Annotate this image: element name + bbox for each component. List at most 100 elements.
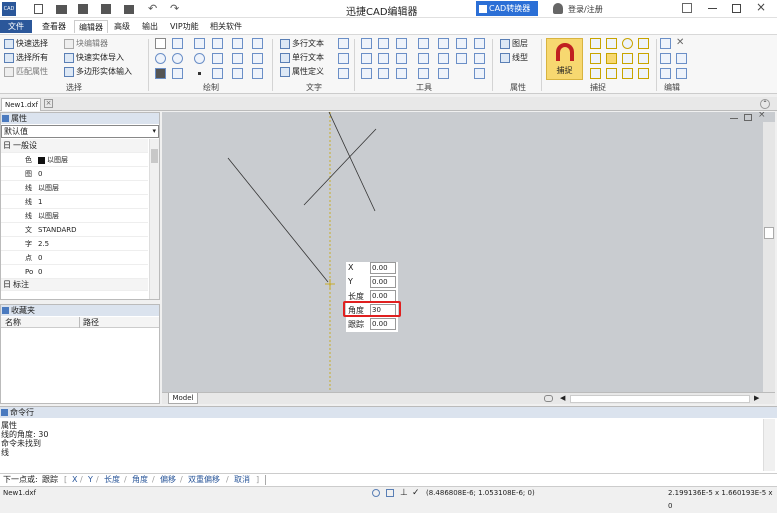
canvas-hscrollbar[interactable]	[570, 395, 750, 403]
canvas-vscrollbar[interactable]	[763, 122, 775, 392]
prompt-option-track[interactable]: 跟踪	[42, 474, 58, 486]
close-icon[interactable]: ×	[756, 0, 766, 14]
command-input[interactable]	[265, 475, 775, 485]
menu-advanced[interactable]: 高级	[110, 20, 134, 33]
undo-icon[interactable]: ↶	[148, 2, 157, 15]
properties-dropdown[interactable]: 默认值 ▾	[1, 125, 159, 138]
ribbon-toggle-icon[interactable]	[682, 3, 692, 13]
arc-tool-icon[interactable]	[232, 38, 243, 49]
prop-row[interactable]: 文 STANDARD	[1, 223, 148, 237]
prop-row[interactable]: 点0	[1, 251, 148, 265]
text-find-icon[interactable]	[338, 68, 349, 79]
edit-paste-icon[interactable]	[676, 53, 687, 64]
drawn-line[interactable]	[328, 112, 376, 212]
doc-tab-new1[interactable]: New1.dxf	[1, 98, 41, 111]
point-tool-icon[interactable]	[194, 68, 205, 79]
maximize-icon[interactable]	[732, 4, 741, 13]
user-icon[interactable]	[553, 3, 563, 14]
snap-tangent-icon[interactable]	[606, 68, 617, 79]
snap-midpoint-icon[interactable]	[606, 38, 617, 49]
snap-node-icon[interactable]	[638, 38, 649, 49]
status-grid-icon[interactable]	[386, 489, 394, 497]
align-tool-icon[interactable]	[396, 68, 407, 79]
track-input[interactable]: 0.00	[370, 318, 396, 330]
status-snap-icon[interactable]	[372, 489, 380, 497]
move-tool-icon[interactable]	[361, 38, 372, 49]
cloud-tool-icon[interactable]	[252, 68, 263, 79]
prop-row[interactable]: 色以图层	[1, 153, 148, 167]
favorites-col-path[interactable]: 路径	[83, 317, 99, 328]
status-ortho-icon[interactable]: ⊥	[400, 487, 408, 500]
model-tab[interactable]: Model	[168, 393, 198, 404]
prop-row[interactable]: 线1	[1, 195, 148, 209]
prompt-option-cancel[interactable]: 取消	[234, 474, 250, 486]
chamfer-tool-icon[interactable]	[474, 53, 485, 64]
scroll-left-icon[interactable]: ◀	[560, 394, 565, 402]
drawing-canvas[interactable]: × X 0.00 Y 0.00 长度 0.00 角度 30 跟踪 0.00	[162, 112, 775, 392]
command-scrollbar[interactable]	[763, 419, 775, 471]
layout-tab-icon[interactable]	[544, 395, 553, 402]
tab-list-icon[interactable]: ⌃	[760, 99, 770, 109]
properties-scrollbar[interactable]	[149, 139, 159, 299]
offset-tool-icon[interactable]	[474, 38, 485, 49]
text-edit-icon[interactable]	[338, 53, 349, 64]
section-general[interactable]: 日一般设	[1, 139, 148, 153]
menu-related[interactable]: 相关软件	[206, 20, 246, 33]
scrollbar-thumb[interactable]	[151, 149, 158, 163]
select-all-button[interactable]: 选择所有	[4, 52, 48, 64]
pattern-tool-icon[interactable]	[172, 68, 183, 79]
quick-entity-import-button[interactable]: 快速实体导入	[64, 52, 124, 64]
menu-vip[interactable]: VIP功能	[166, 20, 203, 33]
x-input[interactable]: 0.00	[370, 262, 396, 274]
status-osnap-icon[interactable]: ✓	[412, 487, 420, 500]
prompt-option-y[interactable]: Y	[88, 474, 93, 486]
fillet-tool-icon[interactable]	[456, 53, 467, 64]
quick-print-icon[interactable]	[124, 5, 134, 14]
attribute-def-button[interactable]: 属性定义	[280, 66, 324, 78]
edit-cut-icon[interactable]	[660, 38, 671, 49]
rectangle-tool-icon[interactable]	[194, 38, 205, 49]
edit-select-icon[interactable]	[660, 68, 671, 79]
array-tool-icon[interactable]	[456, 38, 467, 49]
login-link[interactable]: 登录/注册	[568, 4, 603, 15]
polyline-tool-icon[interactable]	[172, 38, 183, 49]
snap-quadrant-icon[interactable]	[590, 53, 601, 64]
doc-tab-close-icon[interactable]: ×	[44, 99, 53, 108]
prompt-option-offset[interactable]: 偏移	[160, 474, 176, 486]
scroll-right-icon[interactable]: ▶	[754, 394, 759, 402]
prompt-option-length[interactable]: 长度	[104, 474, 120, 486]
prop-row[interactable]: 图0	[1, 167, 148, 181]
polygon-entity-input-button[interactable]: 多边形实体输入	[64, 66, 132, 78]
scale-tool-icon[interactable]	[418, 38, 429, 49]
text-style-icon[interactable]	[338, 38, 349, 49]
snap-nearest-icon[interactable]	[622, 68, 633, 79]
minimize-icon[interactable]	[708, 8, 717, 9]
image-tool-icon[interactable]	[212, 68, 223, 79]
spline-tool-icon[interactable]	[212, 38, 223, 49]
region-tool-icon[interactable]	[252, 53, 263, 64]
snap-intersection-icon[interactable]	[606, 53, 617, 64]
extend-tool-icon[interactable]	[378, 53, 389, 64]
hatch-tool-icon[interactable]	[252, 38, 263, 49]
prop-row[interactable]: 字 2.5	[1, 237, 148, 251]
match-props-button[interactable]: 匹配属性	[4, 66, 48, 78]
prop-row[interactable]: 线以图层	[1, 209, 148, 223]
copy-tool-icon[interactable]	[378, 38, 389, 49]
measure-tool-icon[interactable]	[418, 68, 429, 79]
snap-insertion-icon[interactable]	[638, 53, 649, 64]
mtext-button[interactable]: 多行文本	[280, 38, 324, 50]
prompt-option-double-offset[interactable]: 双重偏移	[188, 474, 220, 486]
rotate-tool-icon[interactable]	[194, 53, 205, 64]
edit-delete-icon[interactable]: ✕	[676, 38, 687, 49]
polygon-tool-icon[interactable]	[212, 53, 223, 64]
prop-row[interactable]: 线以图层	[1, 181, 148, 195]
favorites-col-name[interactable]: 名称	[5, 317, 21, 328]
canvas-close-icon[interactable]: ×	[758, 112, 766, 120]
y-input[interactable]: 0.00	[370, 276, 396, 288]
menu-output[interactable]: 输出	[138, 20, 162, 33]
snap-parallel-icon[interactable]	[638, 68, 649, 79]
quick-new-icon[interactable]	[34, 4, 43, 14]
section-dimension[interactable]: 日标注	[1, 279, 148, 291]
menu-editor[interactable]: 编辑器	[74, 20, 108, 33]
canvas-minimize-icon[interactable]	[730, 114, 738, 119]
